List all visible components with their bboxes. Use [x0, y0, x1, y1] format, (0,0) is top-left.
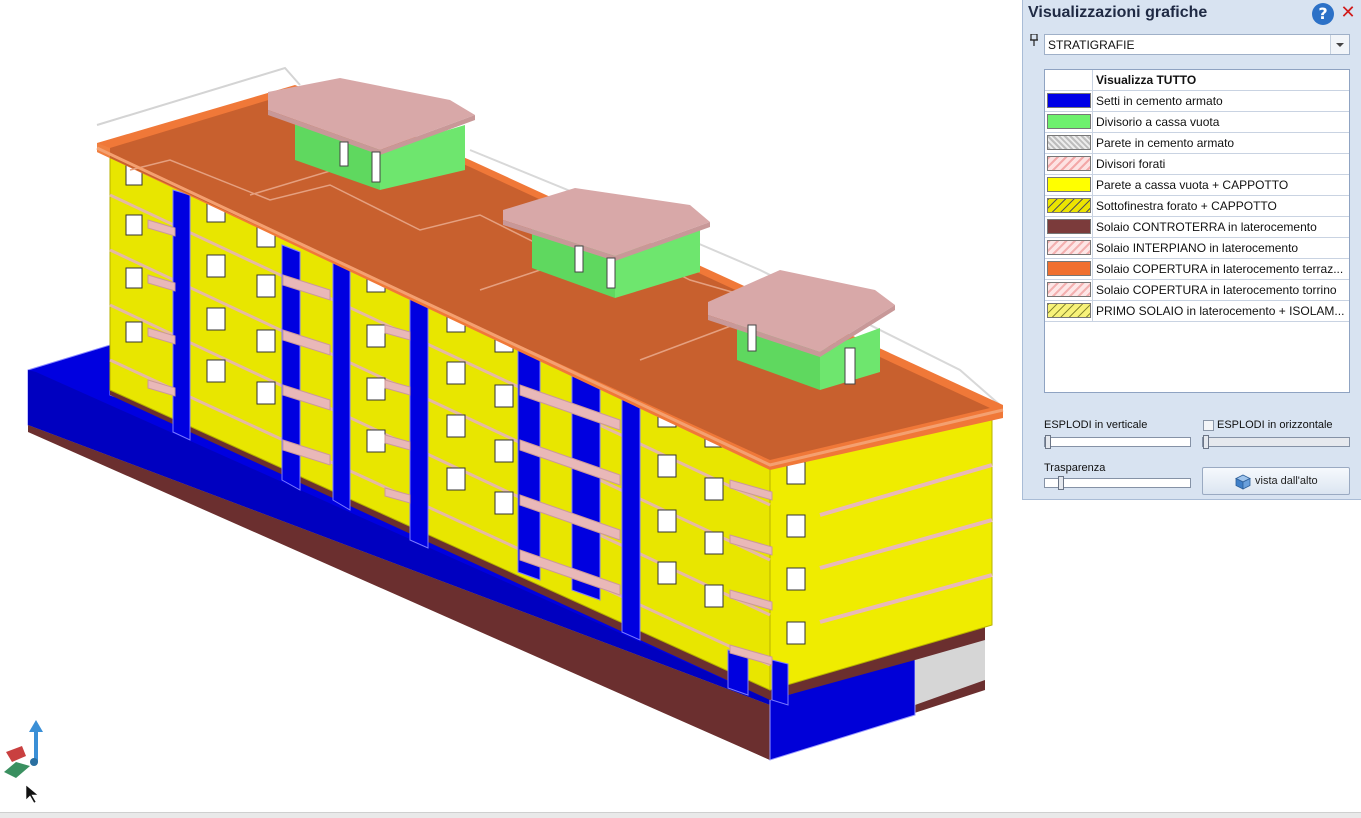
legend-swatch	[1045, 175, 1093, 195]
legend-label: Solaio INTERPIANO in laterocemento	[1096, 241, 1299, 255]
legend-row[interactable]: Setti in cemento armato	[1045, 91, 1349, 112]
legend-row[interactable]: PRIMO SOLAIO in laterocemento + ISOLAM..…	[1045, 301, 1349, 322]
top-view-button[interactable]: vista dall'alto	[1202, 467, 1350, 495]
help-icon[interactable]: ?	[1312, 3, 1334, 25]
legend-row[interactable]: Solaio INTERPIANO in laterocemento	[1045, 238, 1349, 259]
legend-row-show-all[interactable]: Visualizza TUTTO	[1045, 70, 1349, 91]
close-icon[interactable]: ✕	[1338, 3, 1358, 23]
legend-row[interactable]: Divisorio a cassa vuota	[1045, 112, 1349, 133]
chevron-down-icon[interactable]	[1330, 35, 1349, 54]
explode-vertical-slider[interactable]	[1044, 435, 1191, 449]
axis-gizmo[interactable]	[4, 720, 43, 778]
legend-swatch	[1045, 217, 1093, 237]
legend-swatch	[1045, 112, 1093, 132]
explode-vertical-label: ESPLODI in verticale	[1044, 419, 1148, 431]
explode-horizontal-label: ESPLODI in orizzontale	[1217, 419, 1333, 431]
cube-icon	[1235, 474, 1251, 490]
legend-swatch	[1045, 133, 1093, 153]
legend-swatch	[1045, 280, 1093, 300]
slider-thumb[interactable]	[1045, 435, 1051, 449]
slider-thumb[interactable]	[1058, 476, 1064, 490]
legend-row[interactable]: Parete a cassa vuota + CAPPOTTO	[1045, 175, 1349, 196]
legend-label: Sottofinestra forato + CAPPOTTO	[1096, 199, 1277, 213]
dropdown-value: STRATIGRAFIE	[1048, 38, 1135, 52]
panel-titlebar: Visualizzazioni grafiche ? ✕	[1023, 0, 1361, 28]
legend-label: Setti in cemento armato	[1096, 94, 1223, 108]
transparency-label: Trasparenza	[1044, 462, 1106, 474]
explode-horizontal-checkbox[interactable]	[1203, 420, 1214, 431]
legend-swatch	[1045, 70, 1093, 90]
legend-header-label: Visualizza TUTTO	[1096, 73, 1197, 87]
legend-row[interactable]: Solaio CONTROTERRA in laterocemento	[1045, 217, 1349, 238]
legend-swatch	[1045, 196, 1093, 216]
legend-swatch	[1045, 238, 1093, 258]
legend-row[interactable]: Sottofinestra forato + CAPPOTTO	[1045, 196, 1349, 217]
legend-row[interactable]: Parete in cemento armato	[1045, 133, 1349, 154]
graphic-views-panel: Visualizzazioni grafiche ? ✕ STRATIGRAFI…	[1022, 0, 1361, 500]
legend-swatch	[1045, 259, 1093, 279]
panel-title: Visualizzazioni grafiche	[1028, 4, 1208, 21]
legend-swatch	[1045, 91, 1093, 111]
slider-thumb[interactable]	[1203, 435, 1209, 449]
transparency-slider[interactable]	[1044, 476, 1191, 490]
legend-label: Solaio CONTROTERRA in laterocemento	[1096, 220, 1317, 234]
legend-row[interactable]: Divisori forati	[1045, 154, 1349, 175]
legend-label: Solaio COPERTURA in laterocemento terraz…	[1096, 262, 1344, 276]
stratigraphy-legend[interactable]: Visualizza TUTTO Setti in cemento armato…	[1044, 69, 1350, 393]
top-view-button-label: vista dall'alto	[1255, 475, 1318, 487]
legend-label: Divisorio a cassa vuota	[1096, 115, 1220, 129]
legend-row[interactable]: Solaio COPERTURA in laterocemento torrin…	[1045, 280, 1349, 301]
legend-label: Divisori forati	[1096, 157, 1166, 171]
legend-label: PRIMO SOLAIO in laterocemento + ISOLAM..…	[1096, 304, 1345, 318]
legend-row[interactable]: Solaio COPERTURA in laterocemento terraz…	[1045, 259, 1349, 280]
explode-horizontal-slider[interactable]	[1202, 435, 1350, 449]
legend-label: Parete in cemento armato	[1096, 136, 1235, 150]
legend-swatch	[1045, 301, 1093, 321]
legend-label: Solaio COPERTURA in laterocemento torrin…	[1096, 283, 1337, 297]
pin-icon[interactable]	[1030, 34, 1038, 46]
legend-swatch	[1045, 154, 1093, 174]
legend-label: Parete a cassa vuota + CAPPOTTO	[1096, 178, 1289, 192]
view-mode-dropdown[interactable]: STRATIGRAFIE	[1044, 34, 1350, 55]
